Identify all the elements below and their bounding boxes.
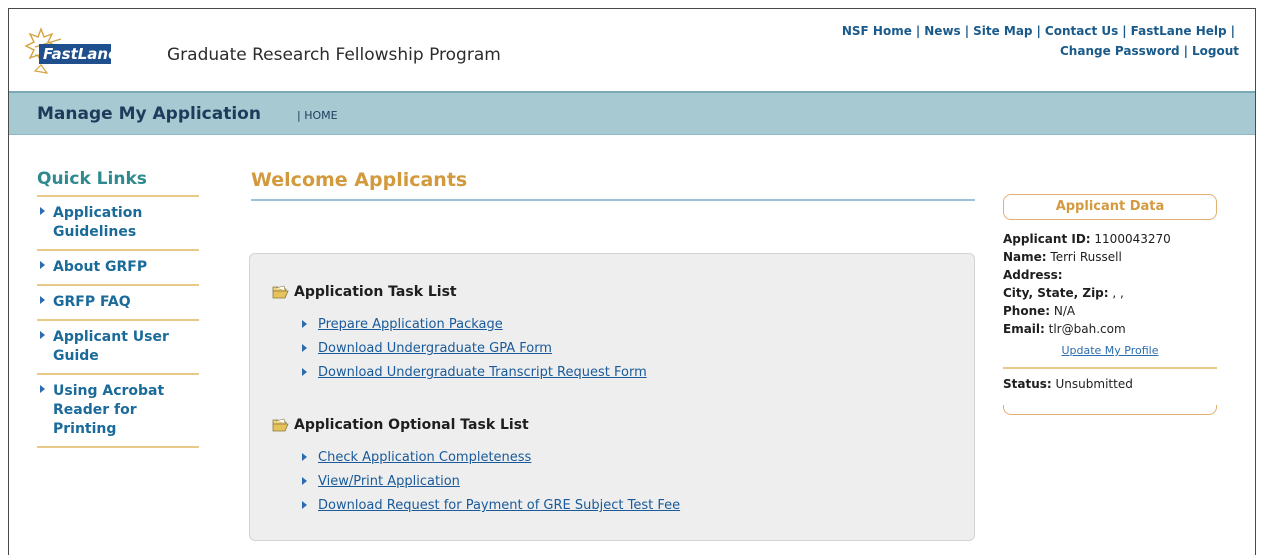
program-title: Graduate Research Fellowship Program [167, 45, 501, 65]
applicant-address-row: Address: [1003, 266, 1217, 284]
application-status: Status: Unsubmitted [1003, 377, 1217, 391]
top-links-row-1: NSF Home | News | Site Map | Contact Us | FastLa… [842, 21, 1239, 41]
bullet-arrow-icon [302, 501, 307, 509]
download-gpa-form-link[interactable]: Download Undergraduate GPA Form [318, 341, 552, 356]
check-completeness-link[interactable]: Check Application Completeness [318, 450, 531, 465]
breadcrumb-home: | HOME [297, 109, 338, 122]
applicant-info: Applicant ID: 1100043270 Name: Terri Rus… [1003, 230, 1217, 338]
status-label: Status: [1003, 377, 1052, 391]
update-profile-link[interactable]: Update My Profile [1003, 344, 1217, 357]
task-item: Download Undergraduate Transcript Reques… [300, 364, 647, 388]
separator: | [964, 24, 970, 38]
quick-link-label: Application Guidelines [53, 205, 143, 240]
bullet-arrow-icon [302, 477, 307, 485]
applicant-city-label: City, State, Zip: [1003, 286, 1109, 300]
applicant-panel-bottom [1003, 405, 1217, 415]
applicant-phone-value: N/A [1050, 304, 1076, 318]
quick-links-title: Quick Links [37, 169, 199, 197]
applicant-name-label: Name: [1003, 250, 1047, 264]
page-frame: FastLane Graduate Research Fellowship Pr… [8, 8, 1256, 555]
bullet-arrow-icon [40, 385, 45, 393]
separator: | [1230, 24, 1235, 38]
quick-link-about-grfp[interactable]: About GRFP [37, 251, 199, 286]
nsf-home-link[interactable]: NSF Home [842, 24, 912, 38]
bullet-arrow-icon [302, 320, 307, 328]
quick-link-application-guidelines[interactable]: Application Guidelines [37, 197, 199, 251]
task-item: Download Request for Payment of GRE Subj… [300, 497, 680, 521]
top-links-row-2: Change Password | Logout [842, 41, 1239, 61]
quick-link-label: Applicant User Guide [53, 329, 169, 364]
change-password-link[interactable]: Change Password [1060, 44, 1180, 58]
bullet-arrow-icon [40, 261, 45, 269]
bullet-arrow-icon [40, 207, 45, 215]
applicant-data-title: Applicant Data [1003, 194, 1217, 220]
separator: | [1122, 24, 1127, 38]
application-optional-task-list: Application Optional Task List Check App… [272, 417, 680, 521]
applicant-city-value: , , [1108, 286, 1124, 300]
prepare-application-package-link[interactable]: Prepare Application Package [318, 317, 503, 332]
applicant-email-label: Email: [1003, 322, 1045, 336]
view-print-application-link[interactable]: View/Print Application [318, 474, 460, 489]
download-transcript-request-link[interactable]: Download Undergraduate Transcript Reques… [318, 365, 647, 380]
fastlane-help-link[interactable]: FastLane Help [1131, 24, 1227, 38]
task-item: View/Print Application [300, 473, 680, 497]
fastlane-logo[interactable]: FastLane [21, 25, 161, 81]
open-folder-icon [272, 285, 289, 299]
task-list-items: Prepare Application Package Download Und… [300, 316, 647, 388]
task-item: Check Application Completeness [300, 449, 680, 473]
quick-links-panel: Quick Links Application Guidelines About… [37, 169, 199, 448]
task-list-box: Application Task List Prepare Applicatio… [249, 253, 975, 541]
task-list-title: Application Task List [294, 284, 457, 300]
task-list-heading: Application Task List [272, 284, 647, 300]
optional-task-list-heading: Application Optional Task List [272, 417, 680, 433]
task-item: Download Undergraduate GPA Form [300, 340, 647, 364]
quick-link-label: Using Acrobat Reader for Printing [53, 383, 165, 437]
applicant-city-row: City, State, Zip: , , [1003, 284, 1217, 302]
bullet-arrow-icon [40, 296, 45, 304]
separator: | [1183, 44, 1188, 58]
applicant-phone-row: Phone: N/A [1003, 302, 1217, 320]
applicant-email-value: tlr@bah.com [1044, 322, 1126, 336]
quick-link-using-acrobat-reader[interactable]: Using Acrobat Reader for Printing [37, 375, 199, 448]
applicant-divider [1003, 367, 1217, 369]
download-gre-fee-request-link[interactable]: Download Request for Payment of GRE Subj… [318, 498, 680, 513]
applicant-data-panel: Applicant Data Applicant ID: 1100043270 … [1003, 194, 1217, 415]
quick-links-list: Application Guidelines About GRFP GRFP F… [37, 197, 199, 448]
quick-link-label: GRFP FAQ [53, 294, 131, 310]
separator: | [1036, 24, 1041, 38]
welcome-divider [251, 199, 975, 201]
bullet-arrow-icon [40, 331, 45, 339]
applicant-name-row: Name: Terri Russell [1003, 248, 1217, 266]
bullet-arrow-icon [302, 453, 307, 461]
quick-link-label: About GRFP [53, 259, 148, 275]
news-link[interactable]: News [924, 24, 960, 38]
task-item: Prepare Application Package [300, 316, 647, 340]
site-map-link[interactable]: Site Map [973, 24, 1032, 38]
applicant-id-label: Applicant ID: [1003, 232, 1091, 246]
svg-text:FastLane: FastLane [43, 45, 118, 63]
page-title: Manage My Application [37, 104, 261, 124]
logout-link[interactable]: Logout [1192, 44, 1239, 58]
contact-us-link[interactable]: Contact Us [1045, 24, 1118, 38]
applicant-phone-label: Phone: [1003, 304, 1051, 318]
applicant-name-value: Terri Russell [1046, 250, 1122, 264]
welcome-heading: Welcome Applicants [251, 169, 468, 191]
bullet-arrow-icon [302, 344, 307, 352]
open-folder-icon [272, 418, 289, 432]
bullet-arrow-icon [302, 368, 307, 376]
applicant-id-value: 1100043270 [1090, 232, 1171, 246]
optional-task-list-items: Check Application Completeness View/Prin… [300, 449, 680, 521]
quick-link-grfp-faq[interactable]: GRFP FAQ [37, 286, 199, 321]
quick-link-applicant-user-guide[interactable]: Applicant User Guide [37, 321, 199, 375]
application-task-list: Application Task List Prepare Applicatio… [272, 284, 647, 388]
top-nav-links: NSF Home | News | Site Map | Contact Us | FastLa… [842, 21, 1239, 61]
header: FastLane Graduate Research Fellowship Pr… [9, 9, 1255, 89]
applicant-email-row: Email: tlr@bah.com [1003, 320, 1217, 338]
separator: | [915, 24, 921, 38]
applicant-address-label: Address: [1003, 268, 1063, 282]
page-banner: Manage My Application | HOME [9, 91, 1255, 135]
optional-task-list-title: Application Optional Task List [294, 417, 529, 433]
applicant-id-row: Applicant ID: 1100043270 [1003, 230, 1217, 248]
status-value: Unsubmitted [1051, 377, 1133, 391]
